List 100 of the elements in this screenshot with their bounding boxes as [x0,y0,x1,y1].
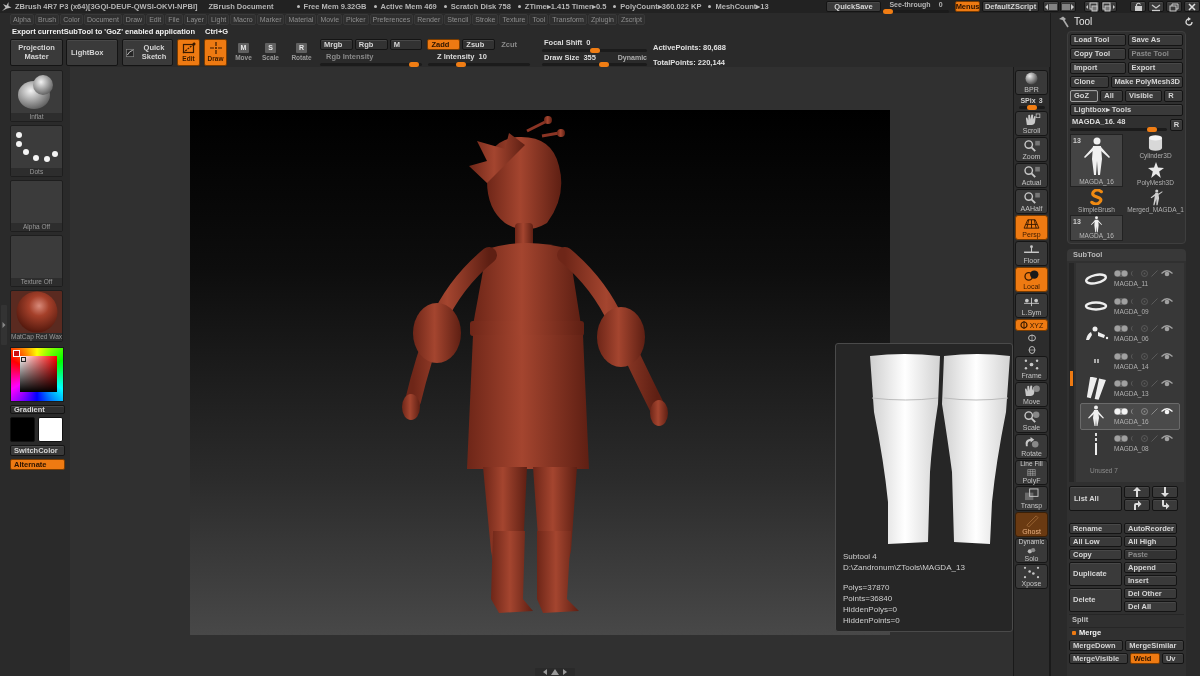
ring-icon [1084,300,1108,313]
title-bar-button[interactable] [1130,1,1146,12]
sphere-icon [14,291,59,333]
toggle-icon[interactable] [1114,435,1128,442]
title-bar-button[interactable] [1148,1,1164,12]
title-bar-button[interactable] [1043,1,1059,12]
bullet-icon [296,5,300,8]
star-icon [1147,162,1164,179]
slider-thumb[interactable] [599,62,609,67]
bullet-icon [373,5,377,8]
magnifier-icon [1022,139,1041,152]
eye-icon[interactable] [1161,297,1173,305]
reorder-button[interactable] [1152,486,1178,498]
slider-thumb[interactable] [883,8,893,14]
floor-icon [1022,243,1041,256]
toggle-icon[interactable] [1114,270,1128,277]
curved-arrow-icon [1132,500,1142,510]
mesh-stat-text: Polys=37870 [843,582,891,593]
rotation-axis-icon [1019,321,1028,329]
collapse-handle-icon[interactable] [535,668,575,676]
title-bar-button[interactable] [1184,1,1200,12]
layout-icon [1102,1,1116,12]
bullet-icon [613,5,617,8]
slider-track[interactable] [1018,106,1045,109]
subtool-title: Subtool 4 [843,551,878,562]
eye-icon[interactable] [1161,352,1173,360]
crosshair-icon [208,42,223,55]
eye-icon[interactable] [1161,270,1173,277]
stick-icon [1093,432,1099,455]
frame-icon [1022,358,1041,371]
spheres-icon [1025,546,1038,554]
reorder-button[interactable] [1124,486,1150,498]
title-bar-button[interactable] [1101,1,1117,12]
color-swatch[interactable] [38,417,63,442]
spheres-icon [1022,269,1041,282]
bullet-icon [708,5,712,8]
figure-icon [1081,136,1112,177]
toggle-icon[interactable] [1114,325,1128,332]
magnifier-icon [1022,410,1041,423]
arrow-down-icon [1160,487,1170,497]
curved-arrow-icon [1160,500,1170,510]
swirl-icon [1089,189,1104,206]
mesh-stat-text: HiddenPoints=0 [843,615,901,626]
title-bar-button[interactable] [1060,1,1076,12]
reorder-button[interactable] [1124,499,1150,511]
arrow-left-icon [1044,1,1058,12]
slash-icon[interactable] [1151,407,1158,415]
sphere-icon [1022,72,1041,85]
logo-icon [1,1,12,12]
bullet-icon [517,5,521,8]
restore-icon [1167,1,1181,12]
figure-icon [1090,215,1103,233]
title-bar-button[interactable] [1084,1,1100,12]
color-indicator-icon [13,350,20,357]
file-path-text: D:\Zandronum\ZTools\MAGDA_13 [843,562,966,573]
magnifier-icon [1022,191,1041,204]
eye-icon[interactable] [1161,407,1173,415]
hand-icon [1022,384,1041,397]
toggle-icon[interactable] [1114,380,1128,387]
color-marker-icon [21,357,26,362]
slider-thumb[interactable] [1146,126,1157,132]
layout-icon [1085,1,1099,12]
scrollbar-thumb[interactable] [1070,371,1073,386]
eye-icon[interactable] [1161,435,1173,442]
arrow-right-icon [1061,1,1075,12]
edit-icon [181,42,196,55]
color-swatch[interactable] [10,417,35,442]
bullet-icon [443,5,447,8]
title-bar-button[interactable] [1166,1,1182,12]
reorder-button[interactable] [1152,499,1178,511]
overlapping-squares-icon [1022,488,1041,501]
magnifier-icon [1022,165,1041,178]
mesh-stat-text: Points=36840 [843,593,894,604]
cylinder-icon [1148,135,1163,152]
hammer-icon [1057,16,1069,28]
figure-icon [1086,405,1106,428]
toggle-icon[interactable] [1114,407,1128,415]
symmetry-icon [1022,295,1041,308]
perspective-grid-icon [1022,217,1041,230]
slider-thumb[interactable] [1026,105,1037,110]
grid-icon [1025,468,1038,476]
toggle-icon[interactable] [1114,297,1128,305]
sketch-icon [126,46,135,59]
legs-icon [1085,377,1107,401]
slider-thumb[interactable] [589,47,600,53]
panel-title: Tool [1074,17,1093,27]
ring-icon [1084,272,1108,285]
toggle-icon[interactable] [1114,352,1128,360]
eye-icon[interactable] [1161,325,1173,332]
figure-icon [1148,188,1163,206]
dots-icon [14,131,59,163]
collapse-handle-icon[interactable] [1,305,7,345]
refresh-icon[interactable] [1184,17,1194,27]
scrollbar-track[interactable] [1069,263,1074,482]
slider-thumb[interactable] [455,61,466,67]
mesh-stat-text: HiddenPolys=0 [843,604,899,615]
color-picker[interactable] [10,347,64,402]
two-bars-icon [1092,358,1100,365]
garment-icon [1083,325,1109,342]
eye-icon[interactable] [1161,380,1173,387]
